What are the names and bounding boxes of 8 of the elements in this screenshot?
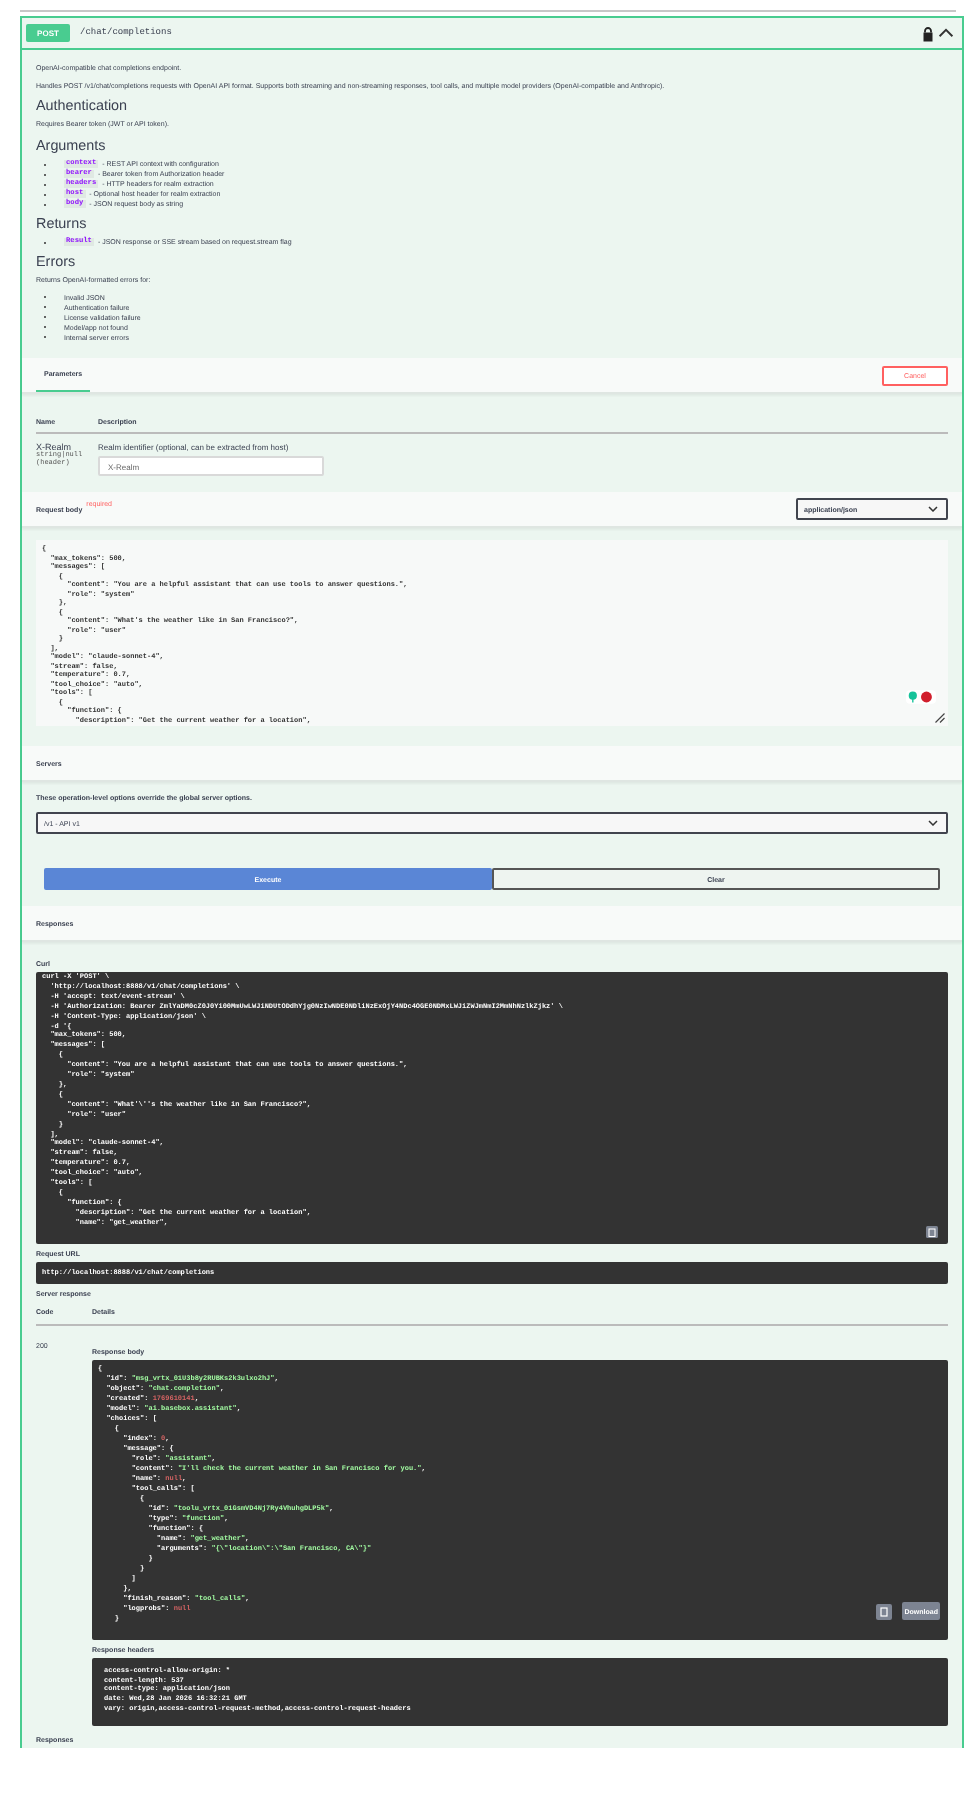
copy-icon[interactable] — [926, 1226, 938, 1238]
lock-icon[interactable] — [922, 25, 934, 41]
extension-icons[interactable] — [906, 690, 936, 704]
resize-handle-icon[interactable] — [934, 712, 946, 724]
chevron-icon[interactable] — [938, 28, 954, 38]
copy-icon[interactable] — [876, 1603, 893, 1619]
caret-icon — [928, 820, 938, 826]
caret-icon — [928, 506, 938, 512]
